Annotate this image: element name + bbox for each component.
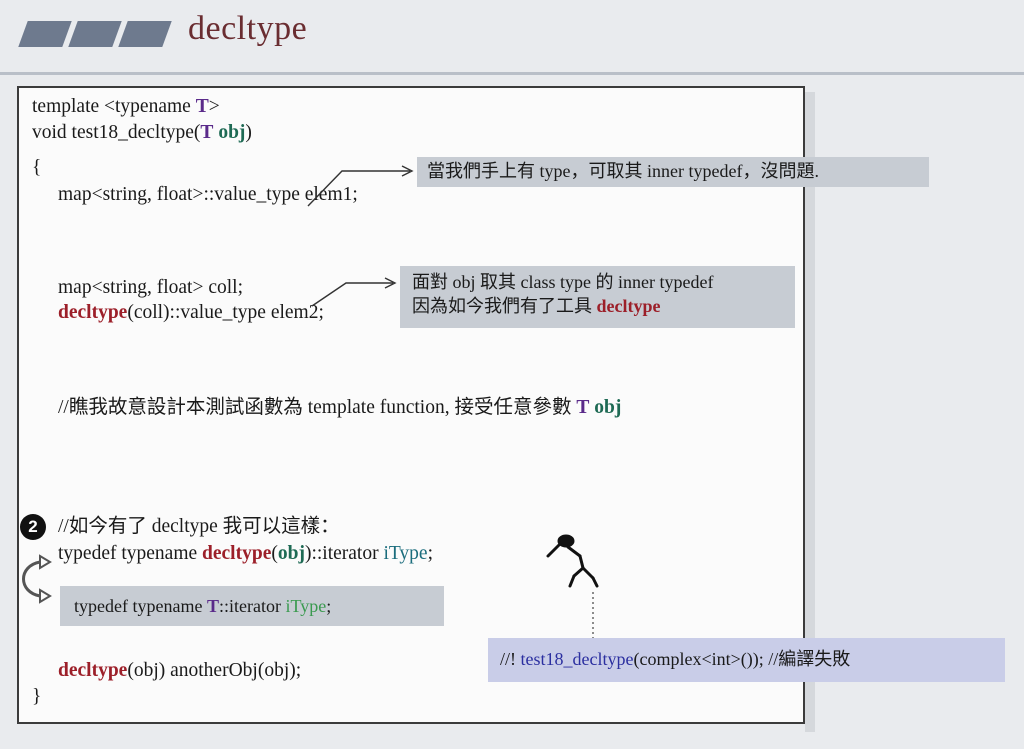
arrow-elem2: [311, 282, 393, 307]
arrow-elem1: [307, 170, 410, 207]
swap-arrow-icon: [22, 560, 41, 598]
stick-figure-icon: [546, 534, 599, 588]
annotation-arrows: [22, 165, 599, 638]
